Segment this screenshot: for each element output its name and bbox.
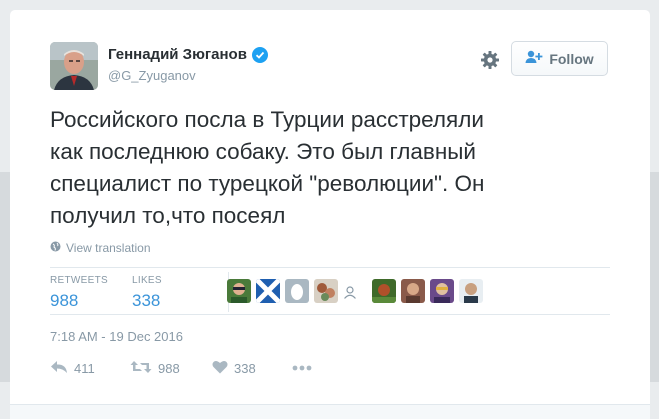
liker-avatar[interactable] <box>314 279 338 303</box>
retweet-count: 988 <box>158 361 180 376</box>
follow-button-label: Follow <box>549 50 594 67</box>
view-translation-label: View translation <box>66 241 151 255</box>
verified-icon <box>251 46 268 63</box>
globe-icon <box>50 241 61 255</box>
tweet-timestamp[interactable]: 7:18 AM - 19 Dec 2016 <box>50 329 183 344</box>
retweets-stat[interactable]: RETWEETS 988 <box>50 275 108 311</box>
author-handle[interactable]: @G_Zyuganov <box>108 68 196 83</box>
divider <box>50 314 610 315</box>
view-translation-link[interactable]: View translation <box>50 241 151 255</box>
follow-person-icon <box>525 50 543 67</box>
retweet-button[interactable]: 988 <box>130 360 180 377</box>
heart-icon <box>212 360 228 377</box>
more-button[interactable] <box>292 359 312 374</box>
likes-stat[interactable]: LIKES 338 <box>132 275 162 311</box>
liker-avatar[interactable] <box>459 279 483 303</box>
liker-avatar[interactable] <box>430 279 454 303</box>
liker-avatar[interactable] <box>227 279 251 303</box>
author-avatar[interactable] <box>50 42 98 90</box>
like-button[interactable]: 338 <box>212 360 256 377</box>
liker-avatar-default[interactable] <box>343 285 357 299</box>
reply-count: 411 <box>74 361 95 376</box>
liker-avatar[interactable] <box>285 279 309 303</box>
divider <box>50 267 610 268</box>
likes-value: 338 <box>132 291 161 310</box>
gear-icon[interactable] <box>478 48 502 72</box>
tweet-text: Российского посла в Турции расстреляли к… <box>50 107 485 228</box>
more-icon <box>292 359 312 374</box>
follow-button[interactable]: Follow <box>511 41 608 76</box>
tweet-card: Геннадий Зюганов @G_Zyuganov Follow Росс… <box>10 10 650 418</box>
likes-label: LIKES <box>132 275 162 286</box>
retweets-label: RETWEETS <box>50 275 108 286</box>
liker-avatar[interactable] <box>256 279 280 303</box>
reply-icon <box>50 360 68 377</box>
author-display-name: Геннадий Зюганов <box>108 46 247 63</box>
liker-avatar[interactable] <box>401 279 425 303</box>
like-count: 338 <box>234 361 256 376</box>
author-name[interactable]: Геннадий Зюганов <box>108 46 268 63</box>
reply-button[interactable]: 411 <box>50 360 95 377</box>
retweets-value: 988 <box>50 291 79 310</box>
retweet-icon <box>130 360 152 377</box>
liker-avatar[interactable] <box>372 279 396 303</box>
reply-area <box>10 404 650 419</box>
